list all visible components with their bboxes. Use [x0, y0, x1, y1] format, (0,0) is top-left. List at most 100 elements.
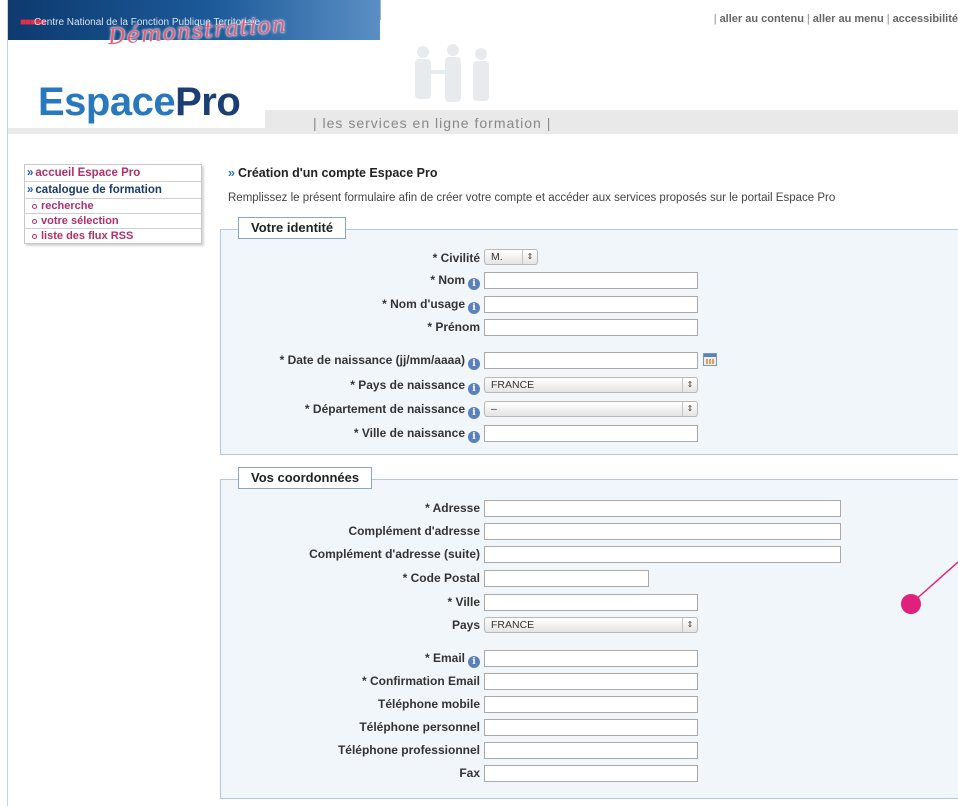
ville-naissance-label: * Ville de naissance [353, 426, 465, 440]
intro-text: Remplissez le présent formulaire afin de… [228, 192, 836, 204]
departement-row: * Département de naissance i [220, 400, 480, 419]
complement-input[interactable] [484, 523, 841, 540]
departement-value: – [491, 403, 497, 415]
ville-label: * Ville [447, 595, 480, 609]
info-icon[interactable]: i [468, 407, 480, 419]
code-postal-input[interactable] [484, 570, 649, 587]
sidebar-subitem-rss[interactable]: liste des flux RSS [25, 229, 201, 243]
pays-naissance-label: * Pays de naissance [350, 378, 465, 392]
info-icon[interactable]: i [468, 656, 480, 668]
email-label: * Email [424, 651, 465, 665]
email-input[interactable] [484, 650, 698, 667]
tel-mobile-label: Téléphone mobile [377, 697, 480, 711]
tel-mobile-row: Téléphone mobile [220, 695, 480, 713]
people-silhouette-illustration [415, 44, 489, 102]
tel-pro-label: Téléphone professionnel [337, 743, 480, 757]
sidebar-subitem-recherche[interactable]: recherche [25, 199, 201, 214]
complement-label: Complément d'adresse [348, 524, 480, 538]
espacepro-logo[interactable]: EspacePro [38, 80, 241, 125]
link-content[interactable]: aller au contenu [720, 13, 804, 25]
tagline: | les services en ligne formation | [313, 115, 552, 131]
tel-perso-label: Téléphone personnel [359, 720, 480, 734]
prenom-label: * Prénom [427, 320, 480, 334]
header-divider [380, 0, 381, 20]
link-accessibility[interactable]: accessibilité [893, 13, 958, 25]
civilite-label: * Civilité [432, 251, 480, 265]
adresse-input[interactable] [484, 500, 841, 517]
sidebar-item-label: accueil Espace Pro [35, 167, 141, 179]
bullet-icon [32, 234, 37, 239]
info-icon[interactable]: i [468, 358, 480, 370]
sidebar-subitem-label: liste des flux RSS [41, 230, 134, 242]
double-chevron-icon: » [27, 184, 34, 196]
select-stepper-icon: ⇕ [522, 250, 537, 264]
civilite-row: * Civilité [220, 249, 480, 267]
adresse-label: * Adresse [425, 501, 480, 515]
accessibility-links: | aller au contenu | aller au menu | accessib… [713, 13, 958, 25]
tel-mobile-input[interactable] [484, 696, 698, 713]
nom-usage-label: * Nom d'usage [382, 297, 465, 311]
complement-row: Complément d'adresse [220, 522, 480, 540]
ville-row: * Ville [220, 593, 480, 611]
tel-perso-input[interactable] [484, 719, 698, 736]
pays-row: Pays [220, 616, 480, 634]
pays-value: FRANCE [491, 619, 535, 631]
select-stepper-icon: ⇕ [682, 618, 697, 632]
sidebar-item-accueil[interactable]: » accueil Espace Pro [25, 165, 201, 182]
double-chevron-icon: » [27, 167, 34, 179]
complement2-label: Complément d'adresse (suite) [309, 547, 480, 561]
link-menu[interactable]: aller au menu [813, 13, 884, 25]
email-confirm-label: * Confirmation Email [361, 674, 480, 688]
complement2-input[interactable] [484, 546, 841, 563]
pays-select[interactable]: FRANCE ⇕ [484, 617, 698, 633]
code-postal-row: * Code Postal [220, 569, 480, 587]
info-icon[interactable]: i [468, 431, 480, 443]
civilite-select[interactable]: M. ⇕ [484, 249, 538, 265]
pays-label: Pays [451, 618, 480, 632]
nom-usage-row: * Nom d'usage i [220, 295, 480, 314]
ville-naissance-row: * Ville de naissance i [220, 424, 480, 443]
date-naissance-label: * Date de naissance (jj/mm/aaaa) [279, 353, 465, 367]
calendar-icon[interactable] [703, 353, 717, 366]
tel-pro-input[interactable] [484, 742, 698, 759]
civilite-value: M. [491, 251, 503, 263]
pays-naissance-value: FRANCE [491, 379, 535, 391]
complement2-row: Complément d'adresse (suite) [220, 545, 480, 563]
sidebar-item-label: catalogue de formation [35, 184, 162, 196]
info-icon[interactable]: i [468, 383, 480, 395]
departement-select[interactable]: – ⇕ [484, 401, 698, 417]
info-icon[interactable]: i [468, 302, 480, 314]
prenom-input[interactable] [484, 319, 698, 336]
ville-input[interactable] [484, 594, 698, 611]
date-naissance-row: * Date de naissance (jj/mm/aaaa) i [220, 351, 480, 370]
email-confirm-row: * Confirmation Email [220, 672, 480, 690]
email-confirm-input[interactable] [484, 673, 698, 690]
nom-label: * Nom [430, 273, 465, 287]
nom-usage-input[interactable] [484, 296, 698, 313]
page-title-text: Création d'un compte Espace Pro [237, 166, 438, 180]
select-stepper-icon: ⇕ [682, 378, 697, 392]
fax-label: Fax [459, 766, 480, 780]
left-border [7, 0, 8, 806]
logo-espace-text: Espace [38, 80, 176, 124]
sidebar-subitem-label: recherche [41, 200, 94, 212]
info-icon[interactable]: i [468, 278, 480, 290]
double-chevron-icon: » [228, 166, 235, 180]
pays-naissance-select[interactable]: FRANCE ⇕ [484, 377, 698, 393]
ville-naissance-input[interactable] [484, 425, 698, 442]
fax-input[interactable] [484, 765, 698, 782]
nom-input[interactable] [484, 272, 698, 289]
sidebar-subitem-selection[interactable]: votre sélection [25, 214, 201, 229]
bullet-icon [32, 219, 37, 224]
select-stepper-icon: ⇕ [682, 402, 697, 416]
prenom-row: * Prénom [220, 318, 480, 336]
logo-pro-text: Pro [175, 80, 241, 124]
identity-legend: Votre identité [238, 217, 347, 239]
email-row: * Email i [220, 649, 480, 668]
code-postal-label: * Code Postal [402, 571, 480, 585]
sidebar-item-catalogue[interactable]: » catalogue de formation [25, 182, 201, 199]
logo-underbar [8, 128, 265, 134]
date-naissance-input[interactable] [484, 352, 698, 369]
page-title: » Création d'un compte Espace Pro [228, 166, 438, 180]
bullet-icon [32, 204, 37, 209]
